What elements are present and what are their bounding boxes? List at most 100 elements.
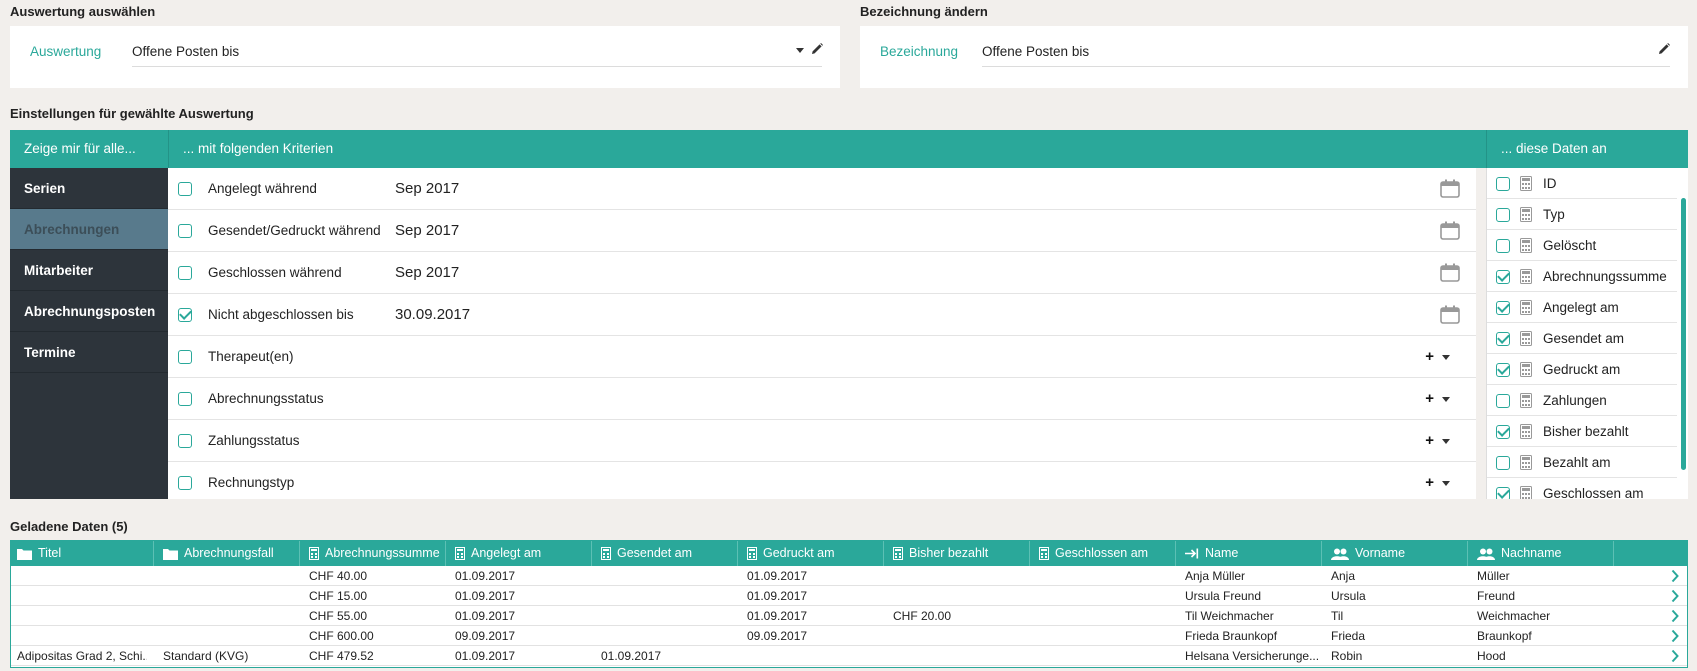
calculator-icon (1520, 455, 1532, 470)
folder-icon (17, 548, 32, 560)
table-row[interactable]: Adipositas Grad 2, Schi... Standard (KVG)… (11, 646, 1687, 666)
criteria-checkbox[interactable] (178, 434, 192, 448)
criteria-checkbox[interactable] (178, 182, 192, 196)
data-field-checkbox[interactable] (1496, 270, 1510, 284)
criteria-checkbox[interactable] (178, 350, 192, 364)
calendar-icon[interactable] (1440, 221, 1460, 240)
criteria-label: Gesendet/Gedruckt während (208, 223, 381, 238)
column-label: Bisher bezahlt (909, 546, 989, 560)
data-field-checkbox[interactable] (1496, 332, 1510, 346)
table-cell: Adipositas Grad 2, Schi... (17, 649, 147, 663)
chevron-down-icon[interactable] (1442, 397, 1450, 402)
table-cell: CHF 600.00 (309, 629, 374, 643)
criteria-checkbox[interactable] (178, 476, 192, 490)
column-header-nachname[interactable]: Nachname (1471, 541, 1614, 566)
chevron-down-icon[interactable] (1442, 439, 1450, 444)
data-field-checkbox[interactable] (1496, 487, 1510, 499)
data-field-label: Geschlossen am (1543, 486, 1644, 499)
report-select[interactable]: Offene Posten bis (132, 44, 239, 59)
data-field-row: ID (1487, 168, 1677, 199)
table-cell: Müller (1477, 569, 1510, 583)
calculator-icon (893, 547, 903, 561)
calculator-icon (1520, 300, 1532, 315)
criteria-label: Therapeut(en) (208, 349, 294, 364)
select-label: Auswertung (30, 44, 102, 59)
calculator-icon (1039, 547, 1049, 561)
table-row[interactable]: CHF 600.00 09.09.2017 09.09.2017 Frieda Bra… (11, 626, 1687, 646)
chevron-down-icon[interactable] (796, 48, 804, 53)
column-header-abrechnungssumme[interactable]: Abrechnungssumme (303, 541, 446, 566)
criteria-date-input[interactable]: Sep 2017 (395, 222, 459, 239)
criteria-label: Geschlossen während (208, 265, 342, 280)
pencil-icon[interactable] (1657, 42, 1671, 56)
results-grid: Titel Abrechnungsfall Abrechnungssumme A… (10, 540, 1688, 668)
nav-item-serien[interactable]: Serien (10, 168, 168, 209)
criteria-checkbox[interactable] (178, 308, 192, 322)
nav-item-abrechnungsposten[interactable]: Abrechnungsposten (10, 291, 168, 332)
nav-item-abrechnungen[interactable]: Abrechnungen (10, 209, 168, 250)
column-header-titel[interactable]: Titel (11, 541, 154, 566)
table-cell: 01.09.2017 (455, 649, 516, 663)
table-cell: 09.09.2017 (747, 629, 808, 643)
entity-nav: Serien Abrechnungen Mitarbeiter Abrechnu… (10, 168, 168, 499)
data-field-row: Gelöscht (1487, 230, 1677, 261)
pencil-icon[interactable] (810, 42, 824, 56)
calculator-icon (1520, 269, 1532, 284)
folder-icon (163, 548, 178, 560)
chevron-right-icon[interactable] (1671, 649, 1679, 663)
column-header-name[interactable]: Name (1179, 541, 1322, 566)
column-header-abrechnungsfall[interactable]: Abrechnungsfall (157, 541, 300, 566)
criteria-row: Angelegt während Sep 2017 (168, 168, 1476, 210)
nav-item-termine[interactable]: Termine (10, 332, 168, 373)
plus-icon[interactable]: + (1425, 348, 1434, 365)
plus-icon[interactable]: + (1425, 474, 1434, 491)
plus-icon[interactable]: + (1425, 390, 1434, 407)
criteria-checkbox[interactable] (178, 392, 192, 406)
data-field-checkbox[interactable] (1496, 456, 1510, 470)
data-field-row: Bezahlt am (1487, 447, 1677, 478)
data-field-checkbox[interactable] (1496, 239, 1510, 253)
criteria-checkbox[interactable] (178, 266, 192, 280)
calendar-icon[interactable] (1440, 305, 1460, 324)
chevron-right-icon[interactable] (1671, 589, 1679, 603)
rename-section-title: Bezeichnung ändern (860, 4, 988, 19)
column-label: Abrechnungsfall (184, 546, 274, 560)
calculator-icon (1520, 393, 1532, 408)
chevron-right-icon[interactable] (1671, 629, 1679, 643)
chevron-down-icon[interactable] (1442, 355, 1450, 360)
column-header-geschlossen-am[interactable]: Geschlossen am (1033, 541, 1176, 566)
data-field-checkbox[interactable] (1496, 301, 1510, 315)
column-header-vorname[interactable]: Vorname (1325, 541, 1468, 566)
criteria-date-input[interactable]: Sep 2017 (395, 180, 459, 197)
name-input[interactable]: Offene Posten bis (982, 44, 1089, 59)
data-fields-scrollbar[interactable] (1681, 198, 1686, 470)
data-field-checkbox[interactable] (1496, 363, 1510, 377)
criteria-date-input[interactable]: Sep 2017 (395, 264, 459, 281)
calendar-icon[interactable] (1440, 179, 1460, 198)
chevron-right-icon[interactable] (1671, 569, 1679, 583)
column-header-gesendet-am[interactable]: Gesendet am (595, 541, 738, 566)
chevron-down-icon[interactable] (1442, 481, 1450, 486)
column-header-gedruckt-am[interactable]: Gedruckt am (741, 541, 884, 566)
criteria-date-input[interactable]: 30.09.2017 (395, 306, 470, 323)
calendar-icon[interactable] (1440, 263, 1460, 282)
data-field-checkbox[interactable] (1496, 425, 1510, 439)
nav-item-mitarbeiter[interactable]: Mitarbeiter (10, 250, 168, 291)
table-row[interactable]: CHF 15.00 01.09.2017 01.09.2017 Ursula Freu… (11, 586, 1687, 606)
data-field-checkbox[interactable] (1496, 394, 1510, 408)
column-label: Name (1205, 546, 1239, 560)
plus-icon[interactable]: + (1425, 432, 1434, 449)
table-cell: Til (1331, 609, 1344, 623)
data-field-checkbox[interactable] (1496, 177, 1510, 191)
column-header-angelegt-am[interactable]: Angelegt am (449, 541, 592, 566)
left-panel-header: Zeige mir für alle... (10, 130, 168, 168)
data-field-checkbox[interactable] (1496, 208, 1510, 222)
calculator-icon (747, 547, 757, 561)
chevron-right-icon[interactable] (1671, 609, 1679, 623)
table-row[interactable]: CHF 40.00 01.09.2017 01.09.2017 Anja Müller… (11, 566, 1687, 586)
column-header-bisher-bezahlt[interactable]: Bisher bezahlt (887, 541, 1030, 566)
table-row[interactable]: CHF 55.00 01.09.2017 01.09.2017 CHF 20.00 Ti… (11, 606, 1687, 626)
criteria-checkbox[interactable] (178, 224, 192, 238)
calculator-icon (1520, 362, 1532, 377)
criteria-row: Rechnungstyp + (168, 462, 1476, 499)
